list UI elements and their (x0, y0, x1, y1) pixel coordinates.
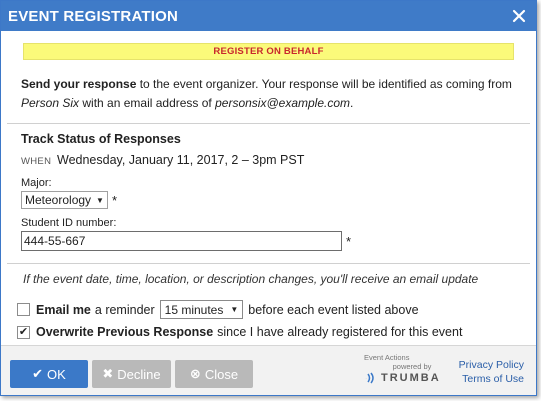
overwrite-checkbox[interactable]: ✔ (17, 325, 30, 339)
close-button[interactable]: ⊗ Close (175, 360, 253, 388)
reminder-text: a reminder (94, 302, 155, 317)
response-text: to the event organizer. Your response wi… (136, 77, 512, 91)
email-me-label: Email me (36, 302, 91, 317)
major-select[interactable]: Meteorology ▼ (21, 191, 108, 209)
x-icon: ✖ (102, 366, 114, 381)
event-section: Track Status of Responses WHEN Wednesday… (1, 124, 536, 251)
close-button-label: Close (204, 366, 239, 382)
overwrite-row: ✔ Overwrite Previous Response since I ha… (17, 325, 536, 339)
overwrite-label: Overwrite Previous Response (36, 325, 214, 339)
major-label: Major: (21, 177, 52, 189)
reminder-selected-value: 15 minutes (164, 302, 224, 317)
dropdown-arrow-icon: ▼ (230, 305, 239, 314)
response-text-2: with an email address of (79, 96, 216, 110)
major-selected-value: Meteorology (25, 193, 92, 207)
student-id-input[interactable] (21, 231, 342, 251)
decline-button[interactable]: ✖ Decline (92, 360, 171, 388)
overwrite-text: since I have already registered for this… (217, 325, 463, 339)
close-icon[interactable] (508, 5, 530, 27)
dialog-title: EVENT REGISTRATION (8, 7, 178, 25)
when-label: WHEN (21, 156, 52, 167)
checkmark-icon: ✔ (18, 325, 29, 338)
student-id-label: Student ID number: (21, 217, 117, 229)
event-registration-dialog: EVENT REGISTRATION REGISTER ON BEHALF Se… (0, 0, 537, 396)
student-id-row: * (21, 231, 516, 251)
email-reminder-checkbox[interactable] (17, 303, 30, 316)
trumba-logo-text: TRUMBA (381, 371, 441, 384)
footer-links: Privacy Policy Terms of Use (459, 358, 524, 386)
major-row: Meteorology ▼ * (21, 191, 516, 209)
privacy-policy-link[interactable]: Privacy Policy (459, 358, 524, 372)
brand-line-1: Event Actions (364, 353, 410, 362)
dropdown-arrow-icon: ▼ (96, 195, 104, 205)
required-marker: * (346, 233, 352, 249)
event-name: Track Status of Responses (21, 132, 181, 146)
response-info: Send your response to the event organize… (1, 60, 536, 113)
close-circle-icon: ⊗ (189, 366, 201, 381)
trumba-logo-icon (365, 372, 374, 384)
when-row: WHEN Wednesday, January 11, 2017, 2 – 3p… (21, 153, 516, 167)
register-on-behalf-banner: REGISTER ON BEHALF (23, 43, 514, 60)
dialog-footer: ✔ OK ✖ Decline ⊗ Close Event Actions pow… (1, 345, 536, 395)
trumba-logo: TRUMBA (364, 372, 452, 384)
title-bar: EVENT REGISTRATION (1, 1, 536, 31)
response-bold-text: Send your response (21, 77, 137, 91)
reminder-select[interactable]: 15 minutes ▼ (159, 300, 244, 319)
brand-line-2: powered by (392, 362, 432, 371)
terms-of-use-link[interactable]: Terms of Use (459, 372, 524, 386)
when-value: Wednesday, January 11, 2017, 2 – 3pm PST (57, 153, 305, 167)
trumba-branding: Event Actions powered by TRUMBA (364, 353, 452, 384)
update-notice: If the event date, time, location, or de… (23, 272, 479, 286)
response-end: . (350, 96, 354, 110)
person-email: personsix@example.com (215, 96, 351, 110)
email-reminder-row: Email me a reminder 15 minutes ▼ before … (17, 300, 536, 319)
reminder-text-2: before each event listed above (248, 302, 419, 317)
person-name: Person Six (21, 96, 80, 110)
checkmark-icon: ✔ (32, 366, 44, 381)
required-marker: * (111, 192, 118, 208)
decline-button-label: Decline (117, 366, 161, 382)
ok-button-label: OK (47, 366, 66, 382)
ok-button[interactable]: ✔ OK (10, 360, 88, 388)
